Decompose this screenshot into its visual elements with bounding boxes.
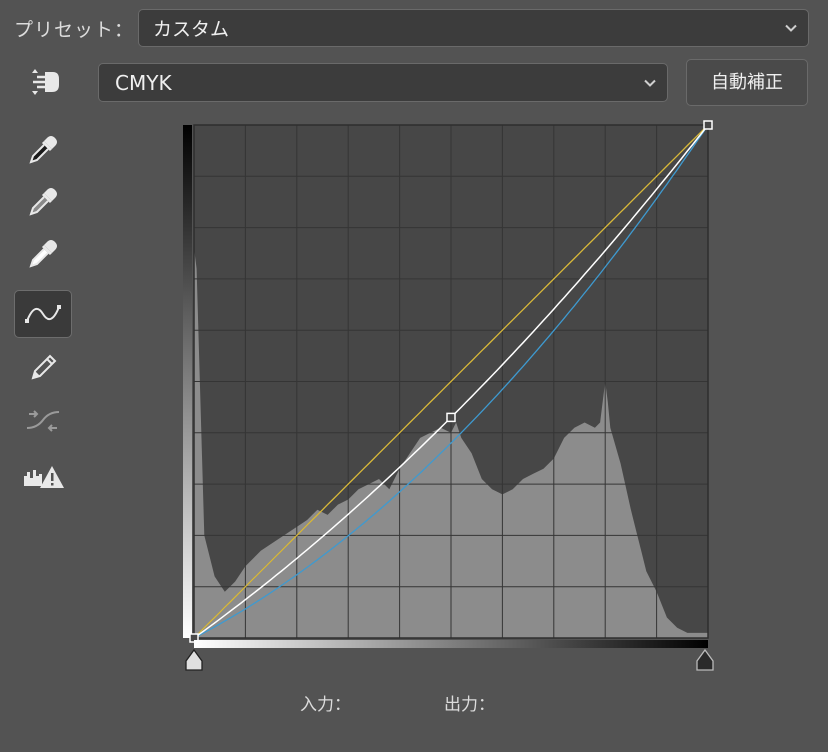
curve-control-point[interactable] — [446, 412, 456, 423]
gray-point-eyedropper-icon — [29, 188, 57, 216]
auto-button[interactable]: 自動補正 — [686, 59, 808, 106]
black-point-eyedropper-icon — [29, 136, 57, 164]
black-point-eyedropper-tool[interactable] — [14, 126, 72, 174]
on-image-adjust-tool[interactable] — [14, 58, 72, 106]
output-gradient-bar — [183, 125, 192, 638]
chevron-down-icon — [784, 19, 798, 38]
preset-label: プリセット： — [14, 19, 135, 41]
on-image-adjust-icon — [32, 69, 59, 95]
preset-value: カスタム — [153, 18, 230, 41]
white-point-eyedropper-tool[interactable] — [14, 230, 72, 278]
input-label: 入力： — [300, 695, 351, 715]
black-point-slider[interactable] — [696, 648, 714, 671]
chevron-down-icon — [643, 73, 657, 92]
clipping-warning-icon — [24, 466, 64, 488]
pencil-tool[interactable] — [14, 344, 72, 392]
curve-points-tool[interactable] — [14, 290, 72, 338]
smooth-curve-tool[interactable] — [14, 396, 72, 444]
curves-graph[interactable] — [180, 120, 725, 675]
smooth-curve-icon — [26, 410, 60, 432]
output-label: 出力： — [444, 695, 495, 715]
white-point-eyedropper-icon — [29, 240, 57, 268]
clipping-warning-tool[interactable] — [14, 452, 72, 500]
gray-point-eyedropper-tool[interactable] — [14, 178, 72, 226]
curve-control-point[interactable] — [703, 120, 713, 130]
preset-dropdown[interactable]: カスタム — [138, 9, 809, 47]
input-gradient-bar — [194, 640, 708, 648]
channel-value: CMYK — [115, 70, 172, 95]
curve-points-icon — [25, 305, 61, 323]
pencil-icon — [31, 354, 57, 380]
channel-dropdown[interactable]: CMYK — [98, 63, 668, 102]
white-point-slider[interactable] — [185, 648, 203, 671]
